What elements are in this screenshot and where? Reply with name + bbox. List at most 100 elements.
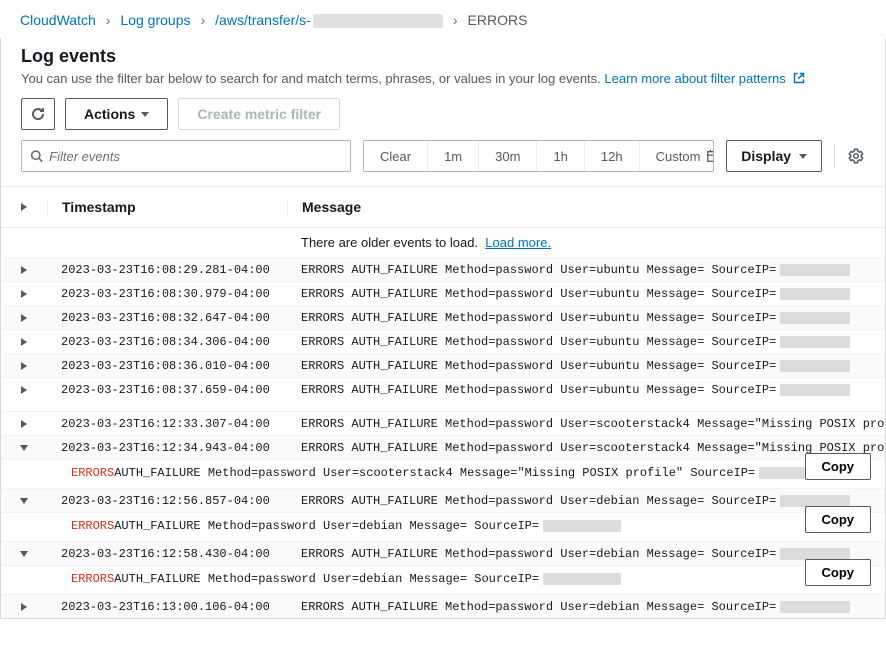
message-cell: ERRORS AUTH_FAILURE Method=password User…	[287, 600, 885, 614]
caret-right-icon[interactable]	[21, 290, 27, 298]
time-12h[interactable]: 12h	[585, 141, 640, 171]
breadcrumb: CloudWatch › Log groups › /aws/transfer/…	[0, 0, 886, 38]
timestamp-cell: 2023-03-23T16:12:33.307-04:00	[47, 417, 287, 431]
calendar-icon	[706, 149, 714, 163]
timestamp-cell: 2023-03-23T16:13:00.106-04:00	[47, 600, 287, 614]
message-header[interactable]: Message	[287, 199, 885, 215]
table-row: 2023-03-23T16:13:00.106-04:00ERRORS AUTH…	[1, 594, 885, 618]
refresh-button[interactable]	[21, 98, 55, 130]
redacted-text	[780, 601, 850, 613]
chevron-right-icon: ›	[106, 12, 111, 28]
detail-text: AUTH_FAILURE Method=password User=debian…	[114, 572, 539, 586]
refresh-icon	[30, 106, 46, 122]
time-1m[interactable]: 1m	[428, 141, 479, 171]
redacted-text	[543, 520, 621, 532]
external-link-icon	[790, 71, 806, 86]
time-30m[interactable]: 30m	[479, 141, 537, 171]
caret-down-icon[interactable]	[20, 551, 28, 557]
expand-all-header[interactable]	[1, 203, 47, 211]
actions-button[interactable]: Actions	[65, 98, 168, 130]
redacted-text	[313, 14, 443, 28]
timestamp-cell: 2023-03-23T16:12:56.857-04:00	[47, 494, 287, 508]
table-row: 2023-03-23T16:08:30.979-04:00ERRORS AUTH…	[1, 281, 885, 305]
breadcrumb-log-group-path[interactable]: /aws/transfer/s-	[215, 12, 443, 28]
caret-right-icon[interactable]	[21, 314, 27, 322]
message-cell: ERRORS AUTH_FAILURE Method=password User…	[287, 335, 885, 349]
redacted-text	[780, 384, 850, 396]
search-icon	[30, 149, 43, 163]
older-events-row: There are older events to load. Load mor…	[1, 227, 885, 257]
caret-right-icon[interactable]	[21, 420, 27, 428]
caret-right-icon	[21, 203, 27, 211]
redacted-text	[780, 312, 850, 324]
table-row: 2023-03-23T16:08:34.306-04:00ERRORS AUTH…	[1, 329, 885, 353]
caret-right-icon[interactable]	[21, 603, 27, 611]
page-subtitle: You can use the filter bar below to sear…	[21, 71, 865, 86]
redacted-text	[780, 336, 850, 348]
timestamp-header[interactable]: Timestamp	[47, 199, 287, 215]
breadcrumb-log-groups[interactable]: Log groups	[120, 12, 190, 28]
load-more-link[interactable]: Load more.	[485, 235, 551, 250]
detail-text: AUTH_FAILURE Method=password User=scoote…	[114, 466, 755, 480]
copy-button[interactable]: Copy	[805, 506, 872, 533]
settings-button[interactable]	[847, 147, 865, 165]
table-row: 2023-03-23T16:08:37.659-04:00ERRORS AUTH…	[1, 377, 885, 401]
message-cell: ERRORS AUTH_FAILURE Method=password User…	[287, 441, 885, 455]
message-cell: ERRORS AUTH_FAILURE Method=password User…	[287, 494, 885, 508]
table-row: 2023-03-23T16:12:34.943-04:00ERRORS AUTH…	[1, 435, 885, 459]
time-clear[interactable]: Clear	[364, 141, 428, 171]
expanded-detail: ERRORS AUTH_FAILURE Method=password User…	[1, 459, 885, 488]
table-row: 2023-03-23T16:08:29.281-04:00ERRORS AUTH…	[1, 257, 885, 281]
timestamp-cell: 2023-03-23T16:08:34.306-04:00	[47, 335, 287, 349]
caret-right-icon[interactable]	[21, 266, 27, 274]
time-1h[interactable]: 1h	[537, 141, 584, 171]
create-metric-filter-button: Create metric filter	[178, 98, 340, 130]
message-cell: ERRORS AUTH_FAILURE Method=password User…	[287, 311, 885, 325]
divider	[834, 143, 835, 169]
message-cell: ERRORS AUTH_FAILURE Method=password User…	[287, 263, 885, 277]
search-input[interactable]	[49, 149, 342, 164]
log-table: Timestamp Message There are older events…	[1, 186, 885, 618]
caret-right-icon[interactable]	[21, 386, 27, 394]
table-header: Timestamp Message	[1, 187, 885, 227]
expanded-detail: ERRORS AUTH_FAILURE Method=password User…	[1, 565, 885, 594]
message-cell: ERRORS AUTH_FAILURE Method=password User…	[287, 359, 885, 373]
copy-button[interactable]: Copy	[805, 453, 872, 480]
table-row: 2023-03-23T16:12:33.307-04:00ERRORS AUTH…	[1, 411, 885, 435]
caret-down-icon	[799, 154, 807, 159]
timestamp-cell: 2023-03-23T16:12:58.430-04:00	[47, 547, 287, 561]
chevron-right-icon: ›	[453, 12, 458, 28]
error-tag: ERRORS	[71, 466, 114, 480]
timestamp-cell: 2023-03-23T16:08:29.281-04:00	[47, 263, 287, 277]
display-button[interactable]: Display	[726, 140, 822, 172]
redacted-text	[780, 264, 850, 276]
breadcrumb-root[interactable]: CloudWatch	[20, 12, 96, 28]
timestamp-cell: 2023-03-23T16:08:37.659-04:00	[47, 383, 287, 397]
caret-down-icon[interactable]	[20, 498, 28, 504]
redacted-text	[780, 360, 850, 372]
gear-icon	[847, 147, 865, 165]
message-cell: ERRORS AUTH_FAILURE Method=password User…	[287, 287, 885, 301]
search-input-wrap[interactable]	[21, 140, 351, 172]
message-cell: ERRORS AUTH_FAILURE Method=password User…	[287, 417, 885, 431]
table-row: 2023-03-23T16:12:56.857-04:00ERRORS AUTH…	[1, 488, 885, 512]
breadcrumb-current: ERRORS	[468, 12, 528, 28]
timestamp-cell: 2023-03-23T16:08:36.010-04:00	[47, 359, 287, 373]
message-cell: ERRORS AUTH_FAILURE Method=password User…	[287, 383, 885, 397]
caret-down-icon[interactable]	[20, 445, 28, 451]
caret-right-icon[interactable]	[21, 338, 27, 346]
table-row: 2023-03-23T16:12:58.430-04:00ERRORS AUTH…	[1, 541, 885, 565]
caret-right-icon[interactable]	[21, 362, 27, 370]
message-cell: ERRORS AUTH_FAILURE Method=password User…	[287, 547, 885, 561]
page-title: Log events	[21, 46, 865, 67]
learn-more-link[interactable]: Learn more about filter patterns	[604, 71, 805, 86]
time-custom[interactable]: Custom	[640, 141, 715, 171]
timestamp-cell: 2023-03-23T16:08:32.647-04:00	[47, 311, 287, 325]
redacted-text	[780, 495, 850, 507]
redacted-text	[780, 288, 850, 300]
timestamp-cell: 2023-03-23T16:08:30.979-04:00	[47, 287, 287, 301]
copy-button[interactable]: Copy	[805, 559, 872, 586]
chevron-right-icon: ›	[200, 12, 205, 28]
redacted-text	[780, 548, 850, 560]
error-tag: ERRORS	[71, 572, 114, 586]
